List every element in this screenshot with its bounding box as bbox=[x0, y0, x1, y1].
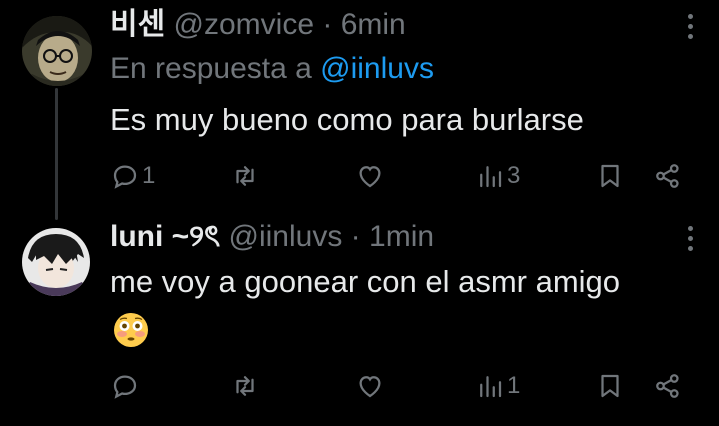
retweet-icon bbox=[236, 376, 254, 396]
separator-dot: · bbox=[350, 220, 361, 253]
avatar[interactable] bbox=[22, 228, 90, 296]
reply-button[interactable]: 1 bbox=[110, 161, 155, 191]
more-options-icon[interactable] bbox=[687, 226, 693, 251]
views-bar-chart-icon bbox=[480, 166, 502, 188]
reply-icon bbox=[113, 165, 137, 189]
share-button[interactable] bbox=[653, 161, 683, 191]
reply-icon bbox=[113, 375, 137, 399]
views-button[interactable]: 3 bbox=[475, 161, 520, 191]
tweet-iinluvs[interactable]: luni ~୨ৎ @iinluvs · 1min me voy a goonea… bbox=[0, 212, 719, 426]
tweet-text: me voy a goonear con el asmr amigo bbox=[110, 264, 621, 299]
share-button[interactable] bbox=[653, 371, 683, 401]
heart-icon bbox=[359, 376, 381, 398]
retweet-button[interactable] bbox=[230, 161, 262, 191]
views-bar-chart-icon bbox=[480, 376, 502, 398]
user-handle[interactable]: @iinluvs bbox=[229, 220, 343, 253]
reply-prefix: En respuesta a bbox=[110, 52, 312, 85]
display-name[interactable]: 비센 bbox=[110, 8, 165, 41]
action-bar: 1 3 bbox=[108, 156, 689, 196]
tweet-header: luni ~୨ৎ @iinluvs · 1min bbox=[110, 220, 669, 254]
bookmark-icon bbox=[601, 164, 619, 188]
bookmark-button[interactable] bbox=[595, 161, 625, 191]
user-handle[interactable]: @zomvice bbox=[174, 8, 314, 41]
separator-dot: · bbox=[322, 8, 333, 41]
reply-button[interactable] bbox=[110, 371, 142, 401]
views-count: 3 bbox=[507, 162, 521, 189]
more-options-icon[interactable] bbox=[687, 14, 693, 39]
action-bar: 1 bbox=[108, 366, 689, 406]
timestamp[interactable]: 6min bbox=[341, 8, 406, 41]
views-count: 1 bbox=[507, 372, 521, 399]
reply-context: En respuesta a @iinluvs bbox=[110, 52, 434, 86]
bookmark-button[interactable] bbox=[595, 371, 625, 401]
tweet-header: 비센 @zomvice · 6min bbox=[110, 8, 669, 42]
like-button[interactable] bbox=[355, 371, 387, 401]
tweet-text: Es muy bueno como para burlarse bbox=[110, 102, 584, 137]
heart-icon bbox=[359, 166, 381, 188]
views-button[interactable]: 1 bbox=[475, 371, 520, 401]
avatar[interactable] bbox=[22, 16, 92, 86]
timestamp[interactable]: 1min bbox=[369, 220, 434, 253]
reply-count: 1 bbox=[142, 162, 156, 189]
retweet-icon bbox=[236, 166, 254, 186]
bookmark-icon bbox=[601, 374, 619, 398]
flushed-face-emoji-icon bbox=[112, 311, 150, 349]
retweet-button[interactable] bbox=[230, 371, 262, 401]
tweet-zomvice[interactable]: 비센 @zomvice · 6min En respuesta a @iinlu… bbox=[0, 0, 719, 212]
like-button[interactable] bbox=[355, 161, 387, 191]
share-icon bbox=[656, 164, 679, 188]
display-name[interactable]: luni ~୨ৎ bbox=[110, 220, 220, 253]
share-icon bbox=[656, 374, 679, 398]
reply-mention-link[interactable]: @iinluvs bbox=[320, 52, 434, 85]
